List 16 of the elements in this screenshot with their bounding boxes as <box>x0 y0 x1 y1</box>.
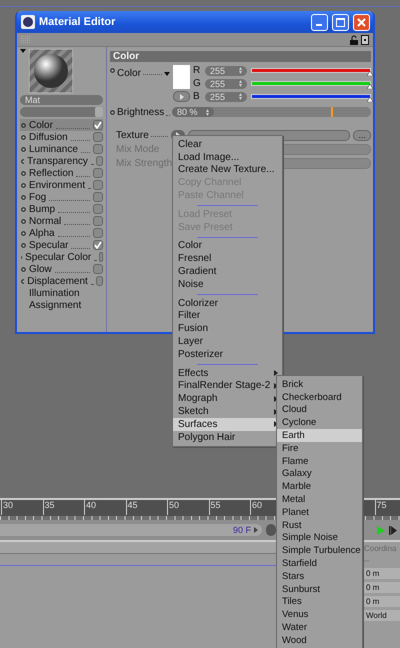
ruler-label: 55 <box>208 500 250 515</box>
channel-letter: R <box>193 65 201 76</box>
channel-letter: G <box>193 78 201 89</box>
channel-letter: B <box>193 91 201 102</box>
ruler-label: 30 <box>1 500 42 515</box>
brightness-label: Brightness <box>117 106 164 118</box>
section-header: Color <box>110 51 371 62</box>
dash-text: -- <box>364 556 370 565</box>
window-title: Material Editor <box>39 16 116 28</box>
color-label: Color <box>117 68 141 79</box>
ruler-label: 35 <box>42 500 84 515</box>
ruler-label: 50 <box>167 500 208 515</box>
texture-label: Texture <box>116 130 149 140</box>
ruler-label: 75 <box>374 500 400 515</box>
ruler-label: 45 <box>126 500 167 515</box>
ruler-label: 40 <box>84 500 126 515</box>
